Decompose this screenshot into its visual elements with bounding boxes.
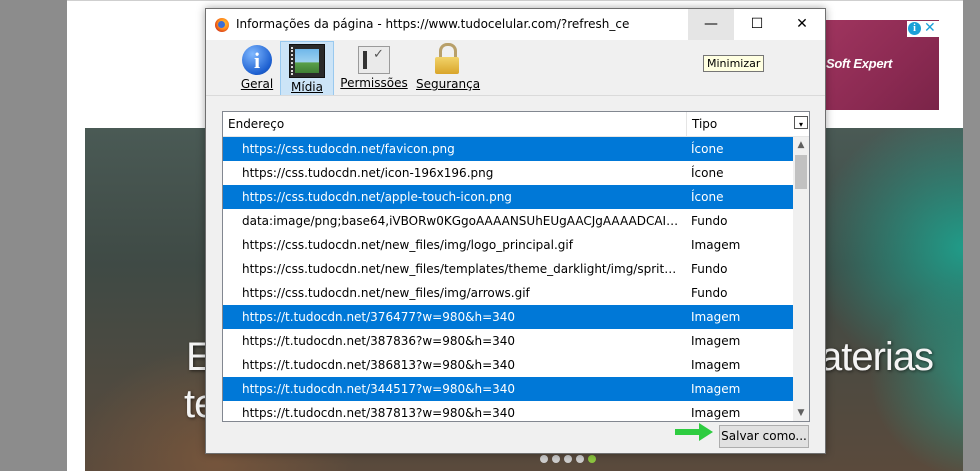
row-address: https://css.tudocdn.net/new_files/templa… xyxy=(242,262,682,276)
row-address: https://css.tudocdn.net/apple-touch-icon… xyxy=(242,190,512,204)
table-row[interactable]: https://css.tudocdn.net/new_files/img/lo… xyxy=(223,233,793,257)
permissions-icon xyxy=(358,46,390,74)
row-type: Ícone xyxy=(691,190,724,204)
ad-info-icon[interactable]: i xyxy=(908,22,921,35)
media-list[interactable]: Endereço Tipo https://css.tudocdn.net/fa… xyxy=(222,111,810,422)
row-address: https://css.tudocdn.net/new_files/img/ar… xyxy=(242,286,530,300)
hero-headline-fragment-right: aterias xyxy=(820,335,934,379)
carousel-dots xyxy=(540,452,600,466)
minimize-button[interactable]: — xyxy=(688,9,734,40)
window-title: Informações da página - https://www.tudo… xyxy=(236,17,630,31)
tab-security-label: Segurança xyxy=(416,77,481,91)
row-address: https://css.tudocdn.net/icon-196x196.png xyxy=(242,166,494,180)
tab-media[interactable]: Mídia xyxy=(280,41,334,96)
arrow-shaft xyxy=(675,429,701,435)
tab-permissions[interactable]: Permissões xyxy=(340,41,408,94)
table-row[interactable]: https://css.tudocdn.net/new_files/templa… xyxy=(223,257,793,281)
ad-close-icon[interactable]: ✕ xyxy=(924,20,936,36)
table-row[interactable]: https://t.tudocdn.net/387836?w=980&h=340… xyxy=(223,329,793,353)
row-type: Imagem xyxy=(691,334,741,348)
carousel-dot[interactable] xyxy=(564,455,572,463)
media-icon xyxy=(289,44,325,78)
table-row[interactable]: https://css.tudocdn.net/favicon.png Ícone xyxy=(223,137,793,161)
row-type: Imagem xyxy=(691,358,741,372)
column-header-type[interactable]: Tipo xyxy=(692,117,717,131)
page-top-border xyxy=(67,0,963,1)
row-address: https://t.tudocdn.net/386813?w=980&h=340 xyxy=(242,358,516,372)
table-row[interactable]: https://t.tudocdn.net/386813?w=980&h=340… xyxy=(223,353,793,377)
row-type: Fundo xyxy=(691,262,728,276)
page-info-dialog: Informações da página - https://www.tudo… xyxy=(205,8,826,454)
tab-media-label: Mídia xyxy=(291,80,323,94)
maximize-button[interactable]: ☐ xyxy=(734,9,780,40)
tab-permissions-label: Permissões xyxy=(340,76,408,90)
list-rows: https://css.tudocdn.net/favicon.png Ícone… xyxy=(223,137,793,421)
table-row[interactable]: https://css.tudocdn.net/new_files/img/ar… xyxy=(223,281,793,305)
table-row[interactable]: https://t.tudocdn.net/387813?w=980&h=340… xyxy=(223,401,793,421)
info-icon xyxy=(242,45,272,75)
browser-background-left xyxy=(0,0,67,471)
row-address: https://t.tudocdn.net/344517?w=980&h=340 xyxy=(242,382,516,396)
table-row[interactable]: https://css.tudocdn.net/apple-touch-icon… xyxy=(223,185,793,209)
column-picker-icon[interactable] xyxy=(794,116,808,129)
row-address: https://css.tudocdn.net/new_files/img/lo… xyxy=(242,238,573,252)
row-type: Imagem xyxy=(691,406,741,420)
scroll-up-icon[interactable]: ▲ xyxy=(793,137,809,153)
carousel-dot[interactable] xyxy=(552,455,560,463)
lock-icon xyxy=(434,43,460,75)
row-address: https://css.tudocdn.net/favicon.png xyxy=(242,142,455,156)
minimize-tooltip: Minimizar xyxy=(703,55,765,72)
title-bar[interactable]: Informações da página - https://www.tudo… xyxy=(206,9,825,40)
arrow-head xyxy=(699,423,713,441)
row-type: Ícone xyxy=(691,166,724,180)
scroll-thumb[interactable] xyxy=(795,155,807,189)
list-header: Endereço Tipo xyxy=(223,112,809,137)
table-row[interactable]: https://t.tudocdn.net/344517?w=980&h=340… xyxy=(223,377,793,401)
ad-brand-text: Soft Expert xyxy=(826,56,893,71)
column-divider[interactable] xyxy=(686,112,687,136)
row-address: data:image/png;base64,iVBORw0KGgoAAAANSU… xyxy=(242,214,682,228)
close-button[interactable]: ✕ xyxy=(779,9,825,40)
tab-security[interactable]: Segurança xyxy=(416,41,481,94)
row-address: https://t.tudocdn.net/376477?w=980&h=340 xyxy=(242,310,516,324)
tab-general[interactable]: Geral xyxy=(236,41,278,94)
row-address: https://t.tudocdn.net/387813?w=980&h=340 xyxy=(242,406,516,420)
save-as-button[interactable]: Salvar como... xyxy=(719,425,809,448)
carousel-dot-active[interactable] xyxy=(588,455,596,463)
row-type: Imagem xyxy=(691,382,741,396)
table-row[interactable]: data:image/png;base64,iVBORw0KGgoAAAANSU… xyxy=(223,209,793,233)
row-type: Imagem xyxy=(691,238,741,252)
scroll-down-icon[interactable]: ▼ xyxy=(793,405,809,421)
column-header-address[interactable]: Endereço xyxy=(228,117,284,131)
row-type: Fundo xyxy=(691,214,728,228)
browser-background-right xyxy=(963,0,980,471)
tab-general-label: Geral xyxy=(240,77,274,91)
carousel-dot[interactable] xyxy=(576,455,584,463)
carousel-dot[interactable] xyxy=(540,455,548,463)
row-type: Imagem xyxy=(691,310,741,324)
vertical-scrollbar[interactable]: ▲ ▼ xyxy=(793,137,809,421)
row-type: Fundo xyxy=(691,286,728,300)
toolbar-divider xyxy=(206,95,825,96)
table-row[interactable]: https://css.tudocdn.net/icon-196x196.png… xyxy=(223,161,793,185)
firefox-icon xyxy=(215,18,229,32)
row-address: https://t.tudocdn.net/387836?w=980&h=340 xyxy=(242,334,516,348)
table-row[interactable]: https://t.tudocdn.net/376477?w=980&h=340… xyxy=(223,305,793,329)
row-type: Ícone xyxy=(691,142,724,156)
